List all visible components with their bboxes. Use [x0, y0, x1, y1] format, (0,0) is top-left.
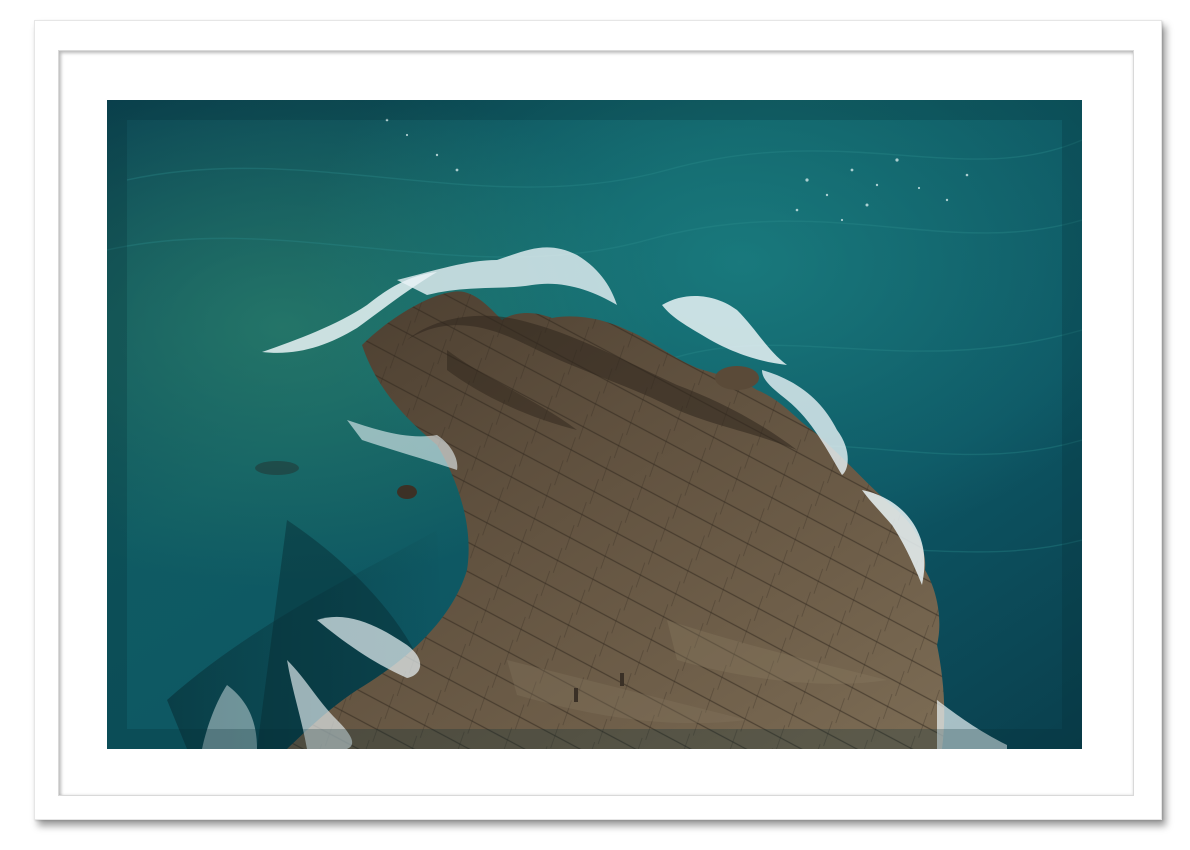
framed-print: [0, 0, 1190, 850]
photo-illustration: [107, 100, 1082, 749]
aerial-photo-rocky-coast: [107, 100, 1082, 749]
